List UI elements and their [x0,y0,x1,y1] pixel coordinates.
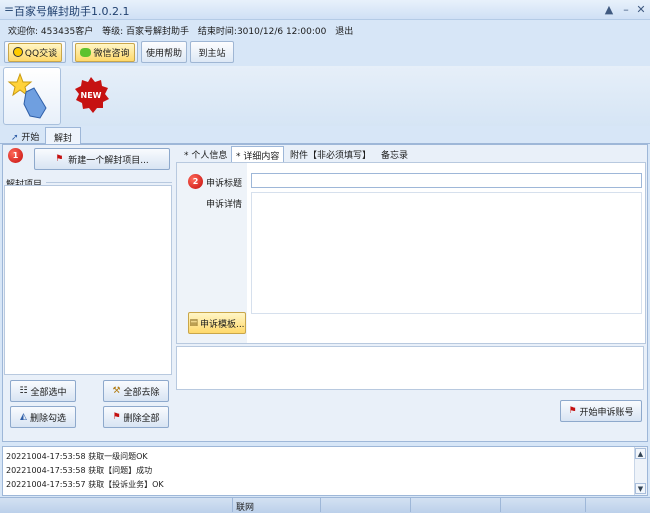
logout-link[interactable]: 退出 [335,27,353,37]
tab-memo[interactable]: 备忘录 [377,146,412,162]
status-divider [585,498,586,512]
scroll-up-icon[interactable]: ▲ [635,448,646,459]
user-info: 欢迎你: 453435客户 等级: 百家号解封助手 结束时间:3010/12/6… [8,24,359,37]
project-list[interactable] [4,185,172,375]
delete-all-button[interactable]: ⚑ 删除全部 [103,406,169,428]
status-divider [500,498,501,512]
new-project-button[interactable]: ⚑ 新建一个解封项目... [34,148,170,170]
new-badge-icon[interactable]: NEW [72,76,110,114]
new-project-label: 新建一个解封项目... [68,155,149,166]
tab-unlock[interactable]: 解封 [45,127,82,144]
appeal-title-input[interactable] [251,173,642,188]
tab-start[interactable]: ➚ 开始 [3,127,47,144]
home-site-button[interactable]: 到主站 [190,41,234,63]
level-text: 等级: 百家号解封助手 [102,27,190,37]
qq-chat-button[interactable]: QQ交谈 [4,41,66,63]
tab-start-label: 开始 [21,133,40,143]
help-button[interactable]: 使用帮助 [141,41,187,63]
status-divider [410,498,411,512]
tab-personal-info[interactable]: * 个人信息 [180,146,231,162]
appeal-detail-label: 申诉详情 [206,200,243,210]
step-1-badge: 1 [8,148,23,163]
delete-checked-button[interactable]: ◭ 删除勾选 [10,406,76,428]
flag-icon: ⚑ [568,406,577,416]
log-line: 20221004-17:53:58 获取【问题】成功 [6,466,153,475]
select-all-button[interactable]: ☷ 全部选中 [10,380,76,402]
tab-strip [0,126,650,144]
select-all-icon: ☷ [19,386,28,396]
pin-icon[interactable]: ▲ [602,3,616,17]
appeal-detail-textarea[interactable] [251,192,642,314]
status-divider [320,498,321,512]
appeal-title-label: 申诉标题 [206,179,243,189]
start-appeal-label: 开始申诉账号 [579,407,634,418]
remove-all-icon: ⚒ [112,386,121,396]
close-icon[interactable]: ✕ [634,3,648,17]
wechat-button[interactable]: 微信咨询 [72,41,138,63]
status-bar [0,497,650,513]
log-line: 20221004-17:53:58 获取一级问题OK [6,452,148,461]
start-appeal-button[interactable]: ⚑ 开始申诉账号 [560,400,642,422]
divider [46,182,172,183]
delete-checked-label: 删除勾选 [29,413,66,424]
delete-all-label: 删除全部 [123,413,160,424]
window-title: 百家号解封助手1.0.2.1 [14,5,130,18]
wechat-icon [80,47,92,57]
log-line: 20221004-17:53:57 获取【投诉业务】OK [6,480,164,489]
notes-box[interactable] [176,346,644,390]
flag-icon: ⚑ [112,412,121,422]
end-time-text: 结束时间:3010/12/6 12:00:00 [197,27,327,37]
wechat-label: 微信咨询 [93,48,130,59]
ribbon-start-button[interactable] [3,67,61,125]
qq-chat-label: QQ交谈 [24,48,58,59]
scroll-down-icon[interactable]: ▼ [635,483,646,494]
network-status: 联网 [236,503,255,513]
tab-attachments[interactable]: 附件【非必须填写】 [286,146,375,162]
remove-all-button[interactable]: ⚒ 全部去除 [103,380,169,402]
appeal-template-button[interactable]: ▤ 申诉模板... [188,312,246,334]
flag-icon: ⚑ [55,154,64,164]
welcome-text: 欢迎你: 453435客户 [8,27,94,37]
tab-detail[interactable]: * 详细内容 [231,146,285,162]
select-all-label: 全部选中 [30,387,67,398]
svg-text:NEW: NEW [81,91,102,100]
app-menu-icon[interactable]: = [4,2,14,16]
qq-icon [12,47,23,57]
pointer-star-icon [7,72,47,119]
status-divider [232,498,233,512]
step-2-badge: 2 [188,174,203,189]
minimize-icon[interactable]: – [619,3,633,17]
appeal-template-label: 申诉模板... [199,319,245,330]
eraser-icon: ◭ [20,412,27,422]
remove-all-label: 全部去除 [123,387,160,398]
tab-start-icon: ➚ [11,133,19,143]
document-icon: ▤ [189,318,198,328]
